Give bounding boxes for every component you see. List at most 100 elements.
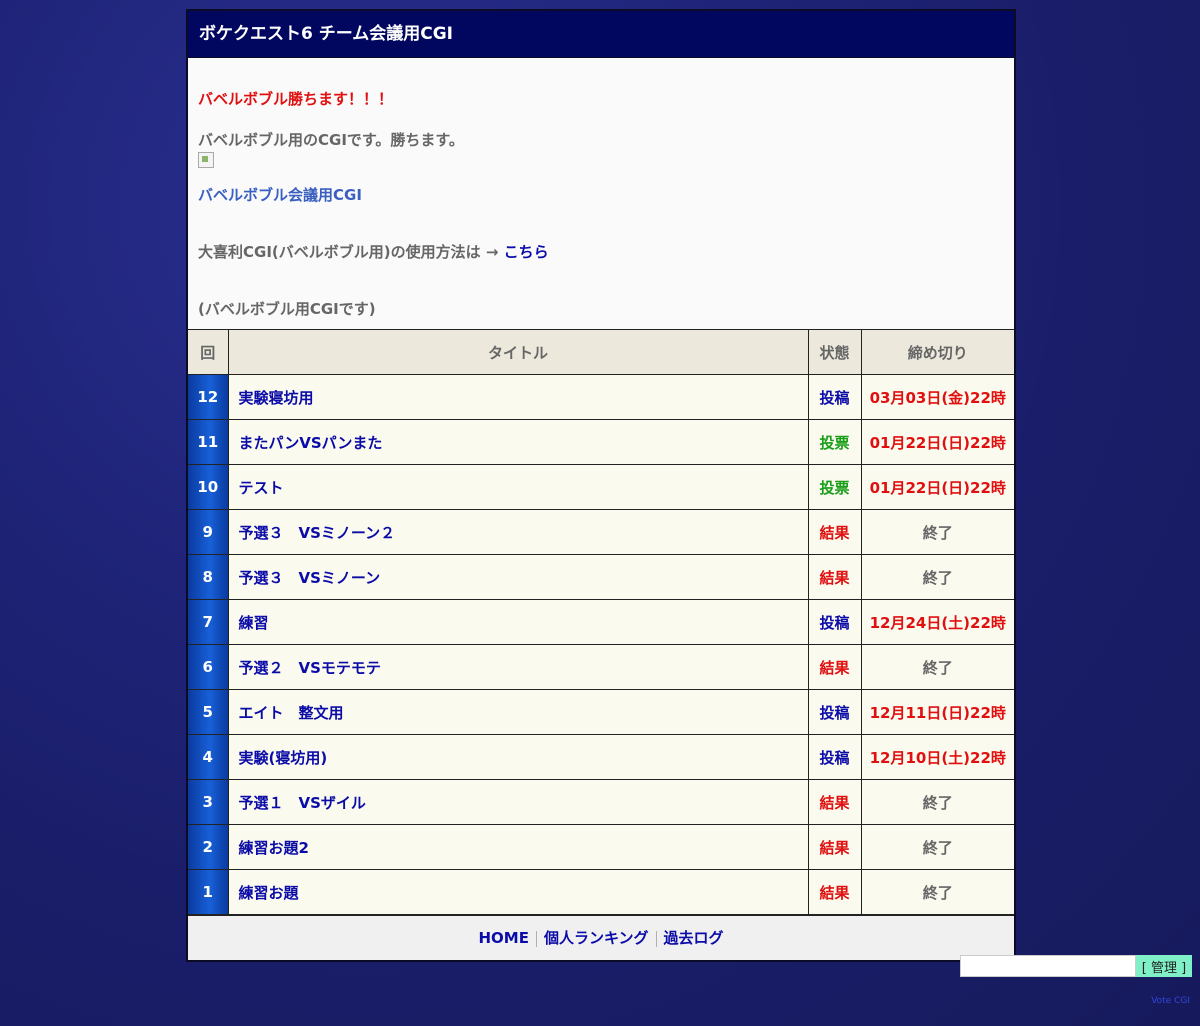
- row-number: 11: [188, 419, 229, 465]
- row-number: 12: [188, 374, 229, 420]
- row-deadline: 12月10日(土)22時: [860, 734, 1014, 780]
- row-title-link[interactable]: 予選２ VSモテモテ: [239, 659, 381, 677]
- row-title-link[interactable]: 練習お題: [239, 884, 299, 902]
- table-row: 3 予選１ VSザイル 結果 終了: [188, 779, 1014, 825]
- row-deadline: 終了: [860, 869, 1014, 915]
- row-title-cell: 予選１ VSザイル: [227, 779, 809, 825]
- past-log-link[interactable]: 過去ログ: [664, 929, 724, 947]
- row-number: 5: [188, 689, 229, 735]
- row-title-cell: 実験(寝坊用): [227, 734, 809, 780]
- row-title-cell: 練習お題2: [227, 824, 809, 870]
- table-header-row: 回 タイトル 状態 締め切り: [188, 329, 1014, 375]
- page-title: ボケクエスト6 チーム会議用CGI: [188, 11, 1014, 58]
- divider: [655, 930, 657, 947]
- row-title-cell: 予選３ VSミノーン２: [227, 509, 809, 555]
- row-deadline: 終了: [860, 779, 1014, 825]
- row-number: 6: [188, 644, 229, 690]
- row-title-cell: 予選２ VSモテモテ: [227, 644, 809, 690]
- header-deadline: 締め切り: [860, 329, 1014, 375]
- row-status: 投票: [807, 464, 862, 510]
- row-title-link[interactable]: 予選３ VSミノーン: [239, 569, 381, 587]
- row-status: 結果: [807, 824, 862, 870]
- row-title-link[interactable]: エイト 整文用: [239, 704, 344, 722]
- row-title-cell: エイト 整文用: [227, 689, 809, 735]
- topics-table: 回 タイトル 状態 締め切り 12 実験寝坊用 投稿 03月03日(金)22時 11 また…: [188, 329, 1014, 915]
- note-text: (バベルボブル用CGIです): [198, 300, 376, 318]
- usage-link[interactable]: こちら: [504, 243, 549, 261]
- footer-nav: HOME 個人ランキング 過去ログ: [188, 915, 1014, 960]
- row-number: 2: [188, 824, 229, 870]
- row-status: 投稿: [807, 689, 862, 735]
- table-body: 12 実験寝坊用 投稿 03月03日(金)22時 11 またパンVSパンまた 投票 01月22…: [188, 374, 1014, 915]
- row-deadline: 終了: [860, 509, 1014, 555]
- header-status: 状態: [807, 329, 862, 375]
- home-link[interactable]: HOME: [478, 929, 528, 947]
- row-number: 8: [188, 554, 229, 600]
- row-status: 投稿: [807, 599, 862, 645]
- headline: バベルボブル勝ちます！！！: [198, 90, 394, 108]
- row-title-cell: 実験寝坊用: [227, 374, 809, 420]
- table-row: 5 エイト 整文用 投稿 12月11日(日)22時: [188, 689, 1014, 735]
- ranking-link[interactable]: 個人ランキング: [544, 929, 649, 947]
- row-deadline: 終了: [860, 644, 1014, 690]
- credit-link[interactable]: Vote CGI: [1151, 996, 1190, 1006]
- row-title-link[interactable]: またパンVSパンまた: [239, 434, 383, 452]
- description: バベルボブル用のCGIです。勝ちます。: [198, 131, 464, 149]
- row-title-link[interactable]: 練習お題2: [239, 839, 309, 857]
- table-row: 8 予選３ VSミノーン 結果 終了: [188, 554, 1014, 600]
- row-number: 9: [188, 509, 229, 555]
- row-status: 結果: [807, 644, 862, 690]
- row-status: 投稿: [807, 734, 862, 780]
- broken-image-icon: [198, 152, 214, 168]
- row-number: 10: [188, 464, 229, 510]
- row-title-cell: 予選３ VSミノーン: [227, 554, 809, 600]
- meeting-cgi-link[interactable]: バベルボブル会議用CGI: [198, 184, 1004, 205]
- row-deadline: 終了: [860, 824, 1014, 870]
- row-title-link[interactable]: 実験(寝坊用): [239, 749, 328, 767]
- row-deadline: 01月22日(日)22時: [860, 419, 1014, 465]
- row-status: 結果: [807, 869, 862, 915]
- row-title-cell: テスト: [227, 464, 809, 510]
- table-row: 4 実験(寝坊用) 投稿 12月10日(土)22時: [188, 734, 1014, 780]
- row-deadline: 12月24日(土)22時: [860, 599, 1014, 645]
- info-section: バベルボブル勝ちます！！！ バベルボブル用のCGIです。勝ちます。 バベルボブル…: [188, 58, 1014, 329]
- row-number: 7: [188, 599, 229, 645]
- usage-line: 大喜利CGI(バベルボブル用)の使用方法は → こちら: [198, 241, 1004, 262]
- table-row: 12 実験寝坊用 投稿 03月03日(金)22時: [188, 374, 1014, 420]
- admin-password-input[interactable]: [960, 955, 1136, 977]
- row-number: 4: [188, 734, 229, 780]
- row-status: 投稿: [807, 374, 862, 420]
- row-number: 3: [188, 779, 229, 825]
- table-row: 2 練習お題2 結果 終了: [188, 824, 1014, 870]
- row-deadline: 終了: [860, 554, 1014, 600]
- row-title-cell: またパンVSパンまた: [227, 419, 809, 465]
- table-row: 1 練習お題 結果 終了: [188, 869, 1014, 915]
- header-num: 回: [188, 329, 229, 375]
- row-deadline: 12月11日(日)22時: [860, 689, 1014, 735]
- row-title-cell: 練習お題: [227, 869, 809, 915]
- row-title-link[interactable]: 実験寝坊用: [239, 389, 314, 407]
- row-status: 結果: [807, 554, 862, 600]
- table-row: 10 テスト 投票 01月22日(日)22時: [188, 464, 1014, 510]
- usage-prefix: 大喜利CGI(バベルボブル用)の使用方法は →: [198, 243, 504, 261]
- row-status: 結果: [807, 779, 862, 825]
- table-row: 6 予選２ VSモテモテ 結果 終了: [188, 644, 1014, 690]
- admin-form: [ 管理 ]: [960, 955, 1192, 977]
- row-status: 投票: [807, 419, 862, 465]
- row-title-link[interactable]: テスト: [239, 479, 284, 497]
- row-deadline: 01月22日(日)22時: [860, 464, 1014, 510]
- admin-button[interactable]: [ 管理 ]: [1136, 955, 1192, 977]
- table-row: 7 練習 投稿 12月24日(土)22時: [188, 599, 1014, 645]
- row-title-link[interactable]: 練習: [239, 614, 269, 632]
- row-deadline: 03月03日(金)22時: [860, 374, 1014, 420]
- table-row: 11 またパンVSパンまた 投票 01月22日(日)22時: [188, 419, 1014, 465]
- row-title-link[interactable]: 予選３ VSミノーン２: [239, 524, 396, 542]
- main-panel: ボケクエスト6 チーム会議用CGI バベルボブル勝ちます！！！ バベルボブル用の…: [186, 9, 1016, 962]
- table-row: 9 予選３ VSミノーン２ 結果 終了: [188, 509, 1014, 555]
- divider: [535, 930, 537, 947]
- row-status: 結果: [807, 509, 862, 555]
- row-title-link[interactable]: 予選１ VSザイル: [239, 794, 366, 812]
- row-number: 1: [188, 869, 229, 915]
- header-title: タイトル: [227, 329, 809, 375]
- row-title-cell: 練習: [227, 599, 809, 645]
